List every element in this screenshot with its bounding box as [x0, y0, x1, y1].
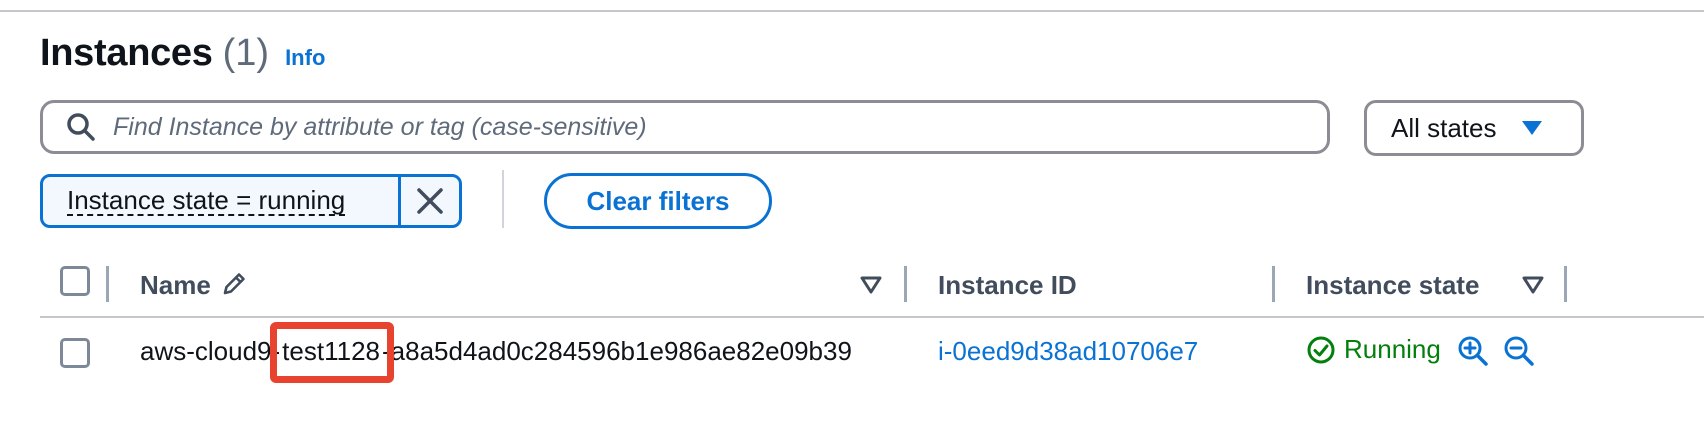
page-title: Instances — [40, 32, 213, 74]
column-separator — [1564, 266, 1567, 302]
column-header-instance-state[interactable]: Instance state — [1306, 270, 1479, 301]
info-link[interactable]: Info — [285, 45, 325, 71]
search-box[interactable] — [40, 100, 1330, 154]
column-separator — [904, 266, 907, 302]
search-input[interactable] — [111, 106, 1327, 148]
top-divider — [0, 10, 1704, 12]
clear-filters-button[interactable]: Clear filters — [544, 173, 772, 229]
search-icon — [67, 113, 95, 141]
instance-state-cell: Running — [1306, 334, 1441, 365]
sort-icon[interactable] — [1522, 276, 1544, 294]
table-header-row: Name Instance ID Instance state — [40, 260, 1704, 316]
state-select-value: All states — [1391, 112, 1497, 143]
zoom-in-icon[interactable] — [1456, 334, 1490, 368]
instance-id-link[interactable]: i-0eed9d38ad10706e7 — [938, 336, 1198, 367]
select-all-checkbox[interactable] — [60, 266, 90, 296]
filter-token-dismiss-button[interactable] — [398, 177, 459, 225]
sort-icon[interactable] — [860, 276, 882, 294]
column-header-instance-id[interactable]: Instance ID — [938, 270, 1077, 301]
instance-state-status: Running — [1344, 334, 1441, 364]
row-checkbox[interactable] — [60, 338, 90, 368]
filter-token-label[interactable]: Instance state = running — [43, 177, 398, 225]
caret-down-icon — [1521, 121, 1542, 135]
table-row[interactable]: aws-cloud9-test1128-a8a5d4ad0c284596b1e9… — [40, 318, 1704, 392]
zoom-out-icon[interactable] — [1502, 334, 1536, 368]
name-highlight: test1128 — [270, 322, 394, 383]
check-circle-icon — [1307, 336, 1335, 363]
instance-count: (1) — [222, 32, 270, 74]
column-separator — [106, 266, 109, 302]
close-icon — [417, 188, 443, 214]
instance-state-select[interactable]: All states — [1364, 100, 1584, 156]
column-separator — [1272, 266, 1275, 302]
filter-token: Instance state = running — [40, 174, 462, 228]
instance-name: aws-cloud9-test1128-a8a5d4ad0c284596b1e9… — [140, 322, 852, 383]
column-header-name[interactable]: Name — [140, 270, 211, 301]
page-header: Instances (1) Info — [40, 32, 325, 75]
pencil-icon — [223, 273, 245, 295]
filter-divider — [502, 170, 504, 228]
